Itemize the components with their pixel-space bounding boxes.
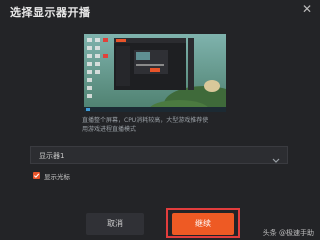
preview-description: 直播整个屏幕，CPU消耗较高，大型游戏推荐使 用游戏进程直播模式 xyxy=(82,116,242,134)
close-icon[interactable]: ✕ xyxy=(300,2,314,16)
screen-preview xyxy=(84,34,226,112)
description-line-2: 用游戏进程直播模式 xyxy=(82,126,137,133)
dialog-title: 选择显示器开播 xyxy=(10,6,91,19)
monitor-select-value: 显示器1 xyxy=(39,152,65,160)
display-select-dialog: 选择显示器开播 ✕ 直播整个屏幕，CPU消耗较高，大型游戏推荐使 用游戏进程直播… xyxy=(0,0,320,240)
watermark: 头条 @极速手助 xyxy=(262,229,314,237)
cancel-button[interactable]: 取消 xyxy=(86,213,144,235)
monitor-select[interactable]: 显示器1 xyxy=(30,146,288,164)
show-cursor-checkbox[interactable] xyxy=(33,172,40,179)
show-cursor-label: 显示光标 xyxy=(44,173,70,181)
checkmark-icon xyxy=(33,173,40,178)
chevron-down-icon xyxy=(271,150,281,163)
description-line-1: 直播整个屏幕，CPU消耗较高，大型游戏推荐使 xyxy=(82,117,209,124)
continue-button[interactable]: 继续 xyxy=(172,213,234,235)
desktop-preview-image xyxy=(84,34,226,112)
